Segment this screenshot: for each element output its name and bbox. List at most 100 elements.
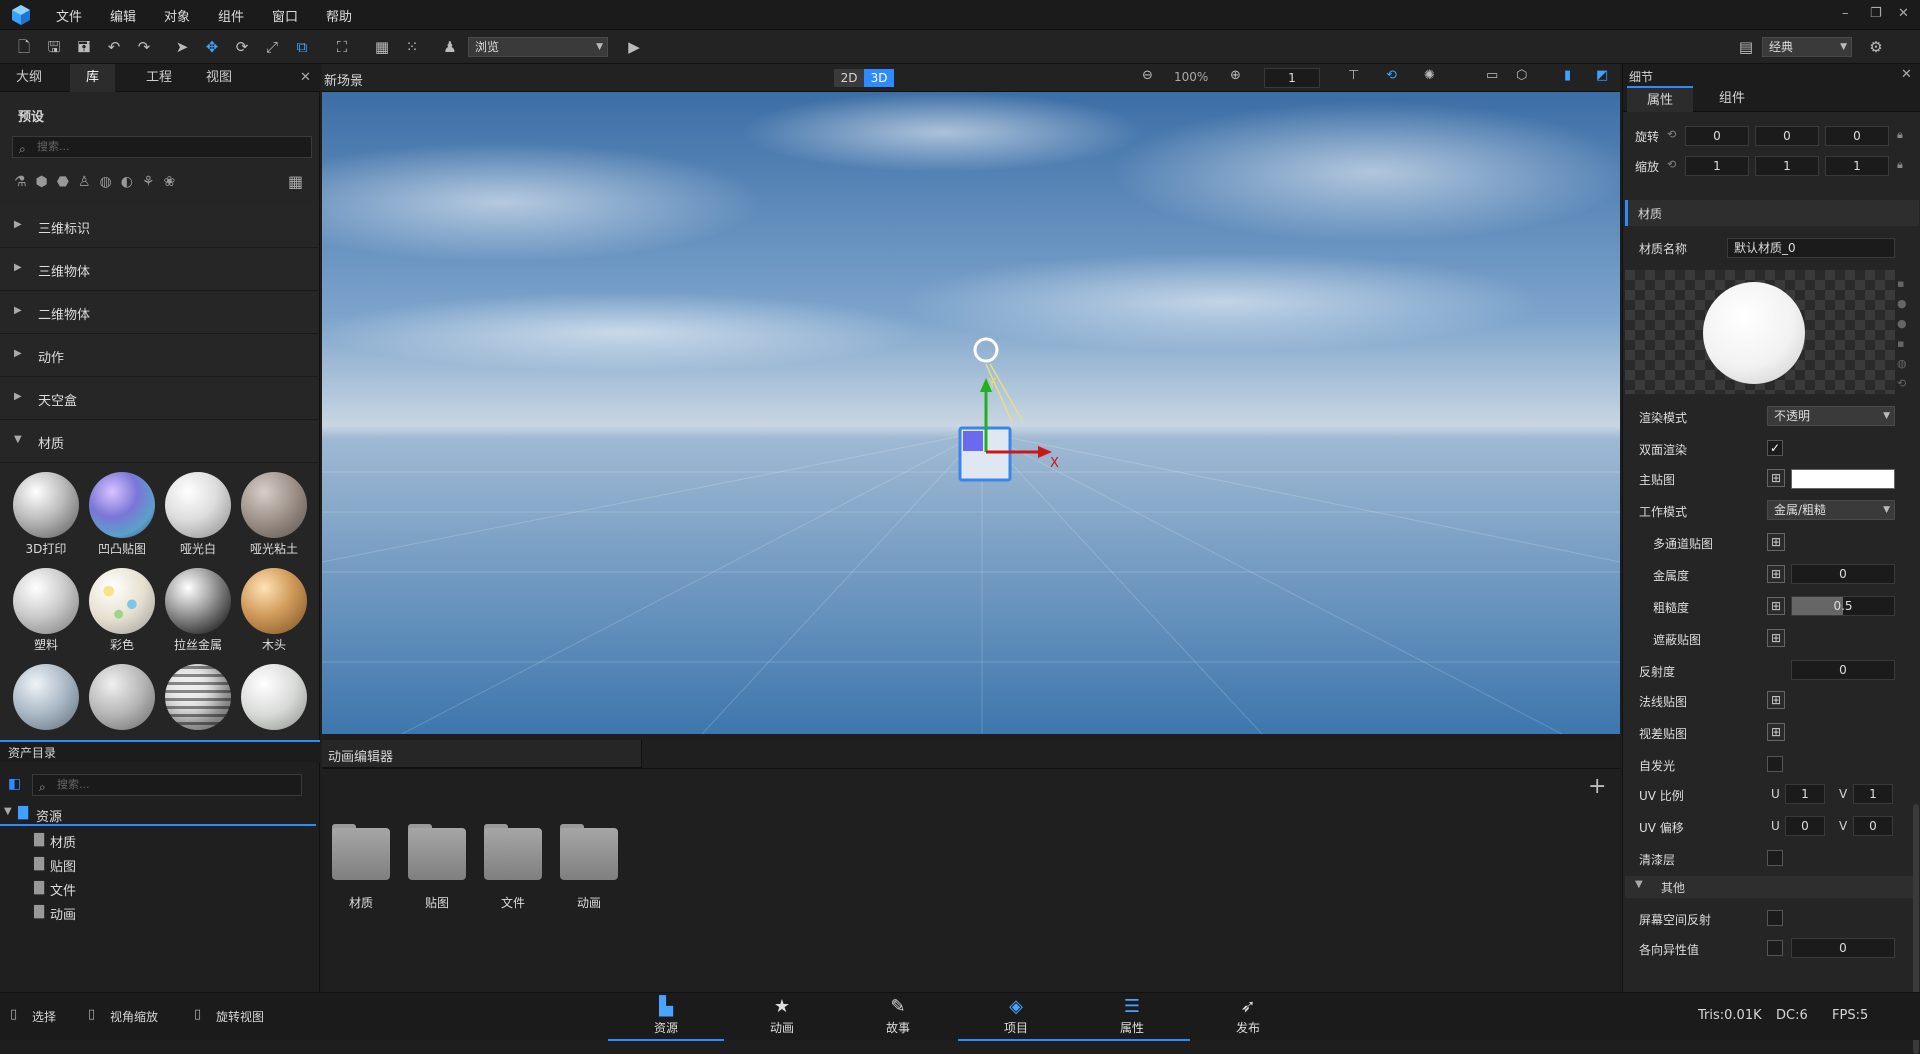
scene-viewport[interactable]: Y X bbox=[322, 92, 1620, 734]
material-tile[interactable] bbox=[160, 660, 236, 736]
light-icon[interactable]: ✺ bbox=[1424, 68, 1435, 83]
add-map-icon[interactable]: ⊞ bbox=[1767, 565, 1785, 583]
mode-dropdown[interactable]: 浏览 ▼ bbox=[468, 37, 608, 57]
assets-search-input[interactable]: ⌕ 搜索... bbox=[32, 774, 302, 796]
tab-properties[interactable]: ☰ 属性 bbox=[1074, 993, 1190, 1041]
material-matte-white[interactable]: 哑光白 bbox=[160, 468, 236, 560]
restore-icon[interactable]: ❐ bbox=[1870, 6, 1882, 21]
rotation-x-field[interactable]: 0 bbox=[1685, 126, 1749, 146]
material-tile[interactable] bbox=[8, 660, 84, 736]
reflectivity-field[interactable]: 0 bbox=[1791, 660, 1895, 680]
view-2d-button[interactable]: 2D bbox=[834, 69, 864, 87]
tree-item-materials[interactable]: ▇ 材质 bbox=[0, 830, 316, 852]
tab-properties[interactable]: 属性 bbox=[1627, 86, 1693, 112]
tab-story[interactable]: ✎ 故事 bbox=[840, 993, 956, 1041]
aniso-field[interactable]: 0 bbox=[1791, 938, 1895, 958]
snap-icon[interactable]: ⛶ bbox=[332, 37, 352, 57]
scale-tool-icon[interactable]: ⤢ bbox=[262, 37, 282, 57]
ssr-checkbox[interactable] bbox=[1767, 910, 1783, 926]
step-field[interactable]: 1 bbox=[1264, 68, 1320, 88]
category-2d-objects[interactable]: ▶ 二维物体 bbox=[0, 292, 318, 334]
tab-components[interactable]: 组件 bbox=[1697, 86, 1767, 112]
save-icon[interactable]: 🖫 bbox=[44, 37, 64, 57]
uv-scale-u-field[interactable]: 1 bbox=[1785, 784, 1825, 804]
new-file-icon[interactable]: 🗋 bbox=[14, 37, 34, 57]
material-tile[interactable] bbox=[236, 660, 312, 736]
grid-icon[interactable]: ▦ bbox=[372, 37, 392, 57]
anim-editor-tab[interactable]: 动画编辑器 bbox=[322, 740, 642, 768]
uv-offset-u-field[interactable]: 0 bbox=[1785, 816, 1825, 836]
tree-root-row[interactable]: ▼ ▇ 资源 bbox=[0, 804, 316, 826]
add-map-icon[interactable]: ⊞ bbox=[1767, 597, 1785, 615]
menu-window[interactable]: 窗口 bbox=[272, 6, 298, 25]
double-sided-checkbox[interactable]: ✓ bbox=[1767, 440, 1783, 456]
menu-component[interactable]: 组件 bbox=[218, 6, 244, 25]
preset-search-input[interactable]: ⌕ 搜索... bbox=[12, 136, 312, 158]
folder-files[interactable]: 文件 bbox=[480, 824, 546, 918]
add-map-icon[interactable]: ⊞ bbox=[1767, 691, 1785, 709]
material-colorful[interactable]: 彩色 bbox=[84, 564, 160, 656]
render-mode-dropdown[interactable]: 不透明 ▼ bbox=[1767, 406, 1895, 426]
material-brushed-metal[interactable]: 拉丝金属 bbox=[160, 564, 236, 656]
scale-x-field[interactable]: 1 bbox=[1685, 156, 1749, 176]
view-3d-button[interactable]: 3D bbox=[864, 69, 894, 87]
uv-scale-v-field[interactable]: 1 bbox=[1853, 784, 1893, 804]
align-top-icon[interactable]: ⊤ bbox=[1348, 68, 1359, 83]
tab-resources[interactable]: ▙ 资源 bbox=[608, 993, 724, 1041]
add-icon[interactable]: + bbox=[1588, 774, 1606, 799]
settings-icon[interactable]: ⚙ bbox=[1866, 37, 1886, 57]
aniso-checkbox[interactable] bbox=[1767, 940, 1783, 956]
uv-offset-v-field[interactable]: 0 bbox=[1853, 816, 1893, 836]
add-map-icon[interactable]: ⊞ bbox=[1767, 533, 1785, 551]
other-section-header[interactable]: ▼ 其他 bbox=[1625, 876, 1919, 898]
reset-icon[interactable]: ⟲ bbox=[1667, 158, 1676, 171]
menu-object[interactable]: 对象 bbox=[164, 6, 190, 25]
layout-dropdown[interactable]: 经典 ▼ bbox=[1762, 37, 1852, 57]
add-map-icon[interactable]: ⊞ bbox=[1767, 723, 1785, 741]
grid-view-icon[interactable]: ▦ bbox=[288, 172, 303, 191]
category-actions[interactable]: ▶ 动作 bbox=[0, 335, 318, 377]
tab-outline[interactable]: 大纲 bbox=[0, 64, 58, 92]
sidebar-toggle-icon[interactable]: ◧ bbox=[8, 776, 21, 792]
tab-library[interactable]: 库 bbox=[70, 64, 116, 92]
move-tool-icon[interactable]: ✥ bbox=[202, 37, 222, 57]
refresh-view-icon[interactable]: ⟲ bbox=[1386, 68, 1397, 83]
material-bump[interactable]: 凹凸贴图 bbox=[84, 468, 160, 560]
menu-file[interactable]: 文件 bbox=[56, 6, 82, 25]
close-window-icon[interactable]: ✕ bbox=[1898, 6, 1909, 21]
category-3d-markers[interactable]: ▶ 三维标识 bbox=[0, 206, 318, 248]
zoom-out-icon[interactable]: ⊖ bbox=[1142, 68, 1153, 83]
tab-publish[interactable]: ➶ 发布 bbox=[1190, 993, 1306, 1041]
material-3d-print[interactable]: 3D打印 bbox=[8, 468, 84, 560]
lock-view-icon[interactable]: ▮ bbox=[1564, 68, 1571, 83]
material-matte-clay[interactable]: 哑光粘土 bbox=[236, 468, 312, 560]
tree-item-files[interactable]: ▇ 文件 bbox=[0, 878, 316, 900]
category-materials[interactable]: ▼ 材质 bbox=[0, 421, 318, 463]
roughness-slider[interactable]: 0.5 bbox=[1791, 596, 1895, 616]
zoom-in-icon[interactable]: ⊕ bbox=[1230, 68, 1241, 83]
material-preview-area[interactable] bbox=[1625, 270, 1895, 394]
select-tool-icon[interactable]: ➤ bbox=[172, 37, 192, 57]
undo-icon[interactable]: ↶ bbox=[104, 37, 124, 57]
folder-materials[interactable]: 材质 bbox=[328, 824, 394, 918]
redo-icon[interactable]: ↷ bbox=[134, 37, 154, 57]
main-color-swatch[interactable] bbox=[1791, 469, 1895, 489]
camera-icon[interactable]: ▭ bbox=[1486, 68, 1498, 83]
clearcoat-checkbox[interactable] bbox=[1767, 850, 1783, 866]
emissive-checkbox[interactable] bbox=[1767, 756, 1783, 772]
tree-item-animations[interactable]: ▇ 动画 bbox=[0, 902, 316, 924]
preview-shape-icons[interactable]: ▪ ● ● ▪ ◍ ⟲ bbox=[1897, 274, 1913, 394]
add-map-icon[interactable]: ⊞ bbox=[1767, 469, 1785, 487]
rotate-tool-icon[interactable]: ⟳ bbox=[232, 37, 252, 57]
rotation-z-field[interactable]: 0 bbox=[1825, 126, 1889, 146]
menu-help[interactable]: 帮助 bbox=[326, 6, 352, 25]
reset-icon[interactable]: ⟲ bbox=[1667, 128, 1676, 141]
tree-item-textures[interactable]: ▇ 贴图 bbox=[0, 854, 316, 876]
close-panel-icon[interactable]: ✕ bbox=[1901, 67, 1912, 82]
tab-view[interactable]: 视图 bbox=[190, 64, 248, 92]
material-wood[interactable]: 木头 bbox=[236, 564, 312, 656]
material-name-field[interactable]: 默认材质_0 bbox=[1727, 238, 1895, 258]
layout-icon[interactable]: ▤ bbox=[1736, 37, 1756, 57]
work-mode-dropdown[interactable]: 金属/粗糙 ▼ bbox=[1767, 500, 1895, 520]
tab-project[interactable]: ◈ 项目 bbox=[958, 993, 1074, 1041]
